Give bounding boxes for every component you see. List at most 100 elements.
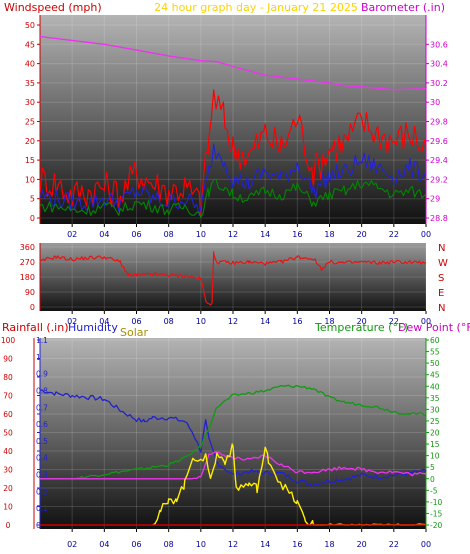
y-tick-label-windspeed: 20	[25, 137, 35, 146]
chart-title: 24 hour graph day - January 21 2025	[154, 1, 358, 14]
y-tick-label-humidity: 50	[3, 429, 13, 438]
x-tick-label: 20	[357, 230, 367, 239]
y-tick-label-barometer: 30	[430, 98, 440, 107]
y-tick-label-temperature: -20	[430, 521, 442, 530]
y-tick-label-temperature: 60	[430, 336, 440, 345]
y-tick-label-rainfall: 0.9	[36, 370, 48, 379]
y-tick-label-humidity: 60	[3, 410, 13, 419]
x-tick-label: 06	[131, 230, 141, 239]
x-tick-label: 02	[67, 230, 77, 239]
x-tick-label: 04	[99, 230, 109, 239]
y-tick-label-humidity: 40	[3, 447, 13, 456]
x-tick-label: 12	[228, 540, 238, 549]
x-tick-label: 20	[357, 540, 367, 549]
y-tick-label-temperature: 30	[430, 405, 440, 414]
x-tick-label: 12	[228, 317, 238, 326]
solar-label: Solar	[120, 326, 149, 339]
y-tick-label-rainfall: 0.2	[36, 487, 48, 496]
compass-label: W	[438, 258, 448, 269]
y-tick-label-temperature: 10	[430, 452, 440, 461]
y-tick-label-temperature: 15	[430, 440, 440, 449]
y-tick-label-rainfall: 0.4	[36, 454, 48, 463]
y-tick-label-windspeed: 0	[30, 214, 35, 223]
y-tick-label-humidity: 20	[3, 484, 13, 493]
y-tick-label-temperature: 25	[430, 417, 440, 426]
y-tick-label-temperature: 20	[430, 429, 440, 438]
x-tick-label: 16	[292, 230, 302, 239]
y-tick-label-rainfall: 0.7	[36, 403, 48, 412]
y-tick-label-temperature: 40	[430, 382, 440, 391]
x-tick-label: 12	[228, 230, 238, 239]
y-tick-label-windspeed: 35	[25, 79, 35, 88]
y-tick-label-barometer: 29.6	[430, 137, 448, 146]
x-tick-label: 18	[324, 230, 334, 239]
y-tick-label-barometer: 30.6	[430, 40, 448, 49]
y-tick-label-rainfall: 1.1	[36, 336, 48, 345]
y-tick-label-temperature: -5	[430, 486, 438, 495]
x-tick-label: 10	[196, 230, 206, 239]
compass-label: S	[438, 273, 444, 284]
y-tick-label-barometer: 28.8	[430, 214, 448, 223]
barometer-title: Barometer (.in)	[361, 1, 445, 14]
y-tick-label-humidity: 80	[3, 373, 13, 382]
y-tick-label-temperature: 55	[430, 348, 440, 357]
y-tick-label-temperature: 45	[430, 371, 440, 380]
x-tick-label: 02	[67, 540, 77, 549]
windspeed-title: Windspeed (mph)	[4, 1, 102, 14]
y-tick-label-temperature: 50	[430, 359, 440, 368]
x-tick-label: 00	[421, 540, 431, 549]
y-tick-label-temperature: 35	[430, 394, 440, 403]
x-tick-label: 14	[260, 540, 270, 549]
y-tick-label-direction: 0	[30, 303, 35, 312]
y-tick-label-barometer: 29.2	[430, 175, 448, 184]
y-tick-label-barometer: 29	[430, 195, 440, 204]
x-tick-label: 10	[196, 317, 206, 326]
y-tick-label-direction: 270	[20, 258, 35, 267]
y-tick-label-rainfall: 0.3	[36, 471, 48, 480]
y-tick-label-rainfall: 0.6	[36, 420, 48, 429]
x-tick-label: 22	[389, 230, 399, 239]
x-tick-label: 08	[164, 317, 174, 326]
y-tick-label-temperature: -10	[430, 498, 442, 507]
y-tick-label-rainfall: 1	[36, 353, 41, 362]
compass-label: E	[438, 288, 444, 299]
y-tick-label-temperature: 5	[430, 463, 435, 472]
weather-graph: Windspeed (mph) 24 hour graph day - Janu…	[1, 1, 470, 549]
compass-label: N	[438, 243, 445, 254]
y-tick-label-windspeed: 5	[30, 195, 35, 204]
y-tick-label-rainfall: 0.5	[36, 437, 48, 446]
y-tick-label-rainfall: 0	[36, 521, 41, 530]
y-tick-label-humidity: 100	[1, 336, 16, 345]
y-tick-label-barometer: 30.2	[430, 79, 448, 88]
y-tick-label-windspeed: 45	[25, 40, 35, 49]
y-tick-label-direction: 180	[20, 273, 35, 282]
humidity-label: Humidity	[68, 321, 118, 334]
x-tick-label: 16	[292, 317, 302, 326]
x-tick-label: 16	[292, 540, 302, 549]
x-tick-label: 14	[260, 317, 270, 326]
y-tick-label-windspeed: 15	[25, 156, 35, 165]
x-tick-label: 06	[131, 540, 141, 549]
y-tick-label-humidity: 70	[3, 392, 13, 401]
y-tick-label-temperature: 0	[430, 475, 435, 484]
x-tick-label: 06	[131, 317, 141, 326]
x-tick-label: 00	[421, 230, 431, 239]
y-tick-label-temperature: -15	[430, 509, 442, 518]
y-tick-label-humidity: 10	[3, 503, 13, 512]
y-tick-label-direction: 360	[20, 243, 35, 252]
y-tick-label-barometer: 30.4	[430, 60, 448, 69]
x-tick-label: 10	[196, 540, 206, 549]
y-tick-label-barometer: 29.8	[430, 118, 448, 127]
y-tick-label-barometer: 29.4	[430, 156, 448, 165]
y-tick-label-windspeed: 50	[25, 21, 35, 30]
y-tick-label-humidity: 30	[3, 466, 13, 475]
rainfall-label: Rainfall (.in)	[2, 321, 69, 334]
y-tick-label-rainfall: 0.1	[36, 504, 48, 513]
y-tick-label-humidity: 90	[3, 355, 13, 364]
temperature-label: Temperature (°F)	[314, 321, 409, 334]
x-tick-label: 14	[260, 230, 270, 239]
y-tick-label-rainfall: 0.8	[36, 386, 48, 395]
x-tick-label: 18	[324, 540, 334, 549]
compass-label: N	[438, 303, 445, 314]
y-tick-label-windspeed: 10	[25, 175, 35, 184]
